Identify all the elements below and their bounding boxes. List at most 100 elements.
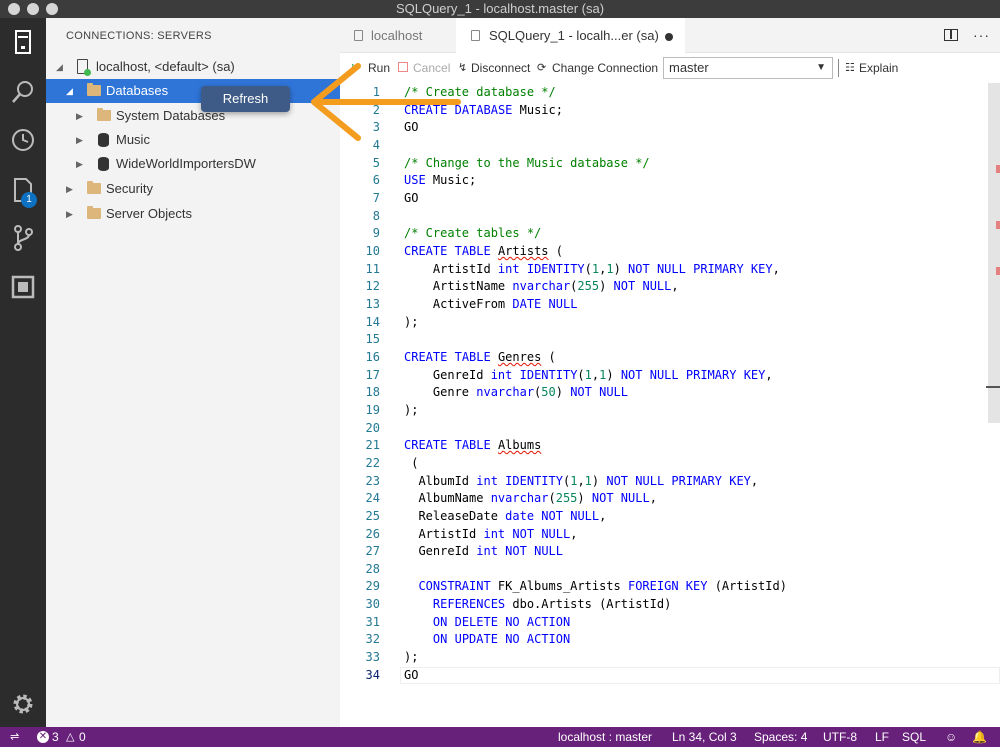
code-line[interactable]: 24 AlbumName nvarchar(255) NOT NULL,	[340, 490, 1000, 508]
servers-icon[interactable]	[9, 28, 37, 56]
code-line[interactable]: 25 ReleaseDate date NOT NULL,	[340, 508, 1000, 526]
code-line[interactable]: 28	[340, 561, 1000, 579]
collapsed-chevron-icon[interactable]: ▶	[76, 128, 83, 152]
code-line[interactable]: 32 ON UPDATE NO ACTION	[340, 631, 1000, 649]
line-number: 18	[365, 385, 380, 400]
code-line[interactable]: 30 REFERENCES dbo.Artists (ArtistId)	[340, 596, 1000, 614]
tree-item-wideworldimportersdw[interactable]: ▶ WideWorldImportersDW	[46, 152, 340, 176]
code-line[interactable]: 27 GenreId int NOT NULL	[340, 543, 1000, 561]
code-text: USE Music;	[404, 173, 477, 188]
editor-tabs: localhost SQLQuery_1 - localh...er (sa) …	[340, 18, 1000, 53]
editor-scrollbar[interactable]	[988, 83, 1000, 423]
code-line[interactable]: 19);	[340, 402, 1000, 420]
code-text: ArtistName nvarchar(255) NOT NULL,	[404, 279, 679, 294]
search-icon[interactable]	[9, 78, 37, 106]
code-line[interactable]: 31 ON DELETE NO ACTION	[340, 614, 1000, 632]
warning-count[interactable]: 0	[79, 727, 86, 747]
split-editor-icon[interactable]	[944, 29, 958, 41]
minimize-window-button[interactable]	[27, 3, 39, 15]
line-number: 24	[365, 491, 380, 506]
tree-item-server[interactable]: ◢ localhost, <default> (sa)	[46, 55, 340, 79]
language-mode[interactable]: SQL	[902, 727, 926, 747]
code-line[interactable]: 15	[340, 331, 1000, 349]
explain-icon[interactable]: ☷	[845, 61, 855, 75]
warning-icon: △	[66, 731, 75, 743]
code-line[interactable]: 34 GO	[340, 666, 1000, 685]
code-line[interactable]: 18 Genre nvarchar(50) NOT NULL	[340, 384, 1000, 402]
feedback-icon[interactable]: ☺	[945, 727, 957, 747]
maximize-window-button[interactable]	[46, 3, 58, 15]
code-line[interactable]: 6 USE Music;	[340, 172, 1000, 190]
code-line[interactable]: 12 ArtistName nvarchar(255) NOT NULL,	[340, 278, 1000, 296]
expanded-chevron-icon[interactable]: ◢	[66, 79, 73, 103]
change-connection-icon[interactable]: ⟳	[537, 61, 546, 75]
unsaved-dot-icon[interactable]	[665, 33, 673, 41]
code-text: ActiveFrom DATE NULL	[404, 296, 578, 311]
code-line[interactable]: 22 (	[340, 455, 1000, 473]
source-control-icon[interactable]	[9, 224, 37, 252]
code-line[interactable]: 13 ActiveFrom DATE NULL	[340, 296, 1000, 314]
code-line[interactable]: 21 CREATE TABLE Albums	[340, 437, 1000, 455]
tree-item-server-objects[interactable]: ▶ Server Objects	[46, 202, 340, 226]
notifications-icon[interactable]: 🔔	[972, 727, 987, 747]
code-text: GO	[404, 667, 419, 682]
code-line[interactable]: 29 CONSTRAINT FK_Albums_Artists FOREIGN …	[340, 578, 1000, 596]
tree-item-label: Music	[116, 132, 150, 147]
error-count[interactable]: 3	[52, 727, 59, 747]
code-line[interactable]: 10 CREATE TABLE Artists (	[340, 243, 1000, 261]
collapsed-chevron-icon[interactable]: ▶	[76, 104, 83, 128]
code-text: );	[404, 402, 419, 417]
line-number: 26	[365, 526, 380, 541]
code-line[interactable]: 26 ArtistId int NOT NULL,	[340, 526, 1000, 544]
code-line[interactable]: 33);	[340, 649, 1000, 667]
folder-icon	[87, 206, 101, 219]
folder-icon	[87, 181, 101, 194]
code-line[interactable]: 16 CREATE TABLE Genres (	[340, 349, 1000, 367]
line-number: 23	[365, 473, 380, 488]
disconnect-button[interactable]: Disconnect	[471, 61, 530, 75]
tree-item-system-databases[interactable]: ▶ System Databases	[46, 104, 340, 128]
more-actions-icon[interactable]: ···	[973, 27, 990, 43]
line-number: 9	[372, 226, 380, 241]
indentation[interactable]: Spaces: 4	[754, 727, 807, 747]
extensions-icon[interactable]	[9, 273, 37, 301]
window-title: SQLQuery_1 - localhost.master (sa)	[395, 1, 605, 16]
refresh-popup[interactable]: Refresh	[201, 86, 290, 112]
tree-item-databases[interactable]: ◢ Databases	[46, 79, 340, 103]
tree-item-security[interactable]: ▶ Security	[46, 177, 340, 201]
code-editor[interactable]: 1/* Create database */2 CREATE DATABASE M…	[340, 83, 1000, 727]
end-of-line[interactable]: LF	[875, 727, 889, 747]
database-icon	[98, 133, 109, 147]
collapsed-chevron-icon[interactable]: ▶	[66, 202, 73, 226]
collapsed-chevron-icon[interactable]: ▶	[66, 177, 73, 201]
code-line[interactable]: 9 /* Create tables */	[340, 225, 1000, 243]
cursor-position[interactable]: Ln 34, Col 3	[672, 727, 737, 747]
explain-button[interactable]: Explain	[859, 61, 898, 75]
servers-sidebar: CONNECTIONS: SERVERS ◢ localhost, <defau…	[46, 18, 340, 727]
line-number: 8	[372, 208, 380, 223]
code-line[interactable]: 7 GO	[340, 190, 1000, 208]
collapsed-chevron-icon[interactable]: ▶	[76, 152, 83, 176]
line-number: 22	[365, 455, 380, 470]
expanded-chevron-icon[interactable]: ◢	[56, 55, 63, 79]
history-icon[interactable]	[9, 126, 37, 154]
close-window-button[interactable]	[8, 3, 20, 15]
tab-sqlquery[interactable]: SQLQuery_1 - localh...er (sa)	[456, 18, 685, 53]
code-line[interactable]: 8	[340, 208, 1000, 226]
code-text: (	[404, 455, 419, 470]
code-line[interactable]: 5 /* Change to the Music database */	[340, 155, 1000, 173]
tree-item-music[interactable]: ▶ Music	[46, 128, 340, 152]
database-select[interactable]: master ▼	[663, 57, 833, 79]
code-line[interactable]: 17 GenreId int IDENTITY(1,1) NOT NULL PR…	[340, 367, 1000, 385]
connection-status[interactable]: localhost : master	[558, 727, 652, 747]
encoding[interactable]: UTF-8	[823, 727, 857, 747]
remote-icon[interactable]: ⇌	[10, 727, 19, 747]
code-line[interactable]: 23 AlbumId int IDENTITY(1,1) NOT NULL PR…	[340, 473, 1000, 491]
code-line[interactable]: 20	[340, 420, 1000, 438]
tree-item-label: Databases	[106, 83, 169, 98]
settings-icon[interactable]	[9, 690, 37, 718]
code-line[interactable]: 11 ArtistId int IDENTITY(1,1) NOT NULL P…	[340, 261, 1000, 279]
change-connection-button[interactable]: Change Connection	[552, 61, 658, 75]
code-line[interactable]: 14);	[340, 314, 1000, 332]
tab-localhost[interactable]: localhost	[340, 18, 456, 53]
